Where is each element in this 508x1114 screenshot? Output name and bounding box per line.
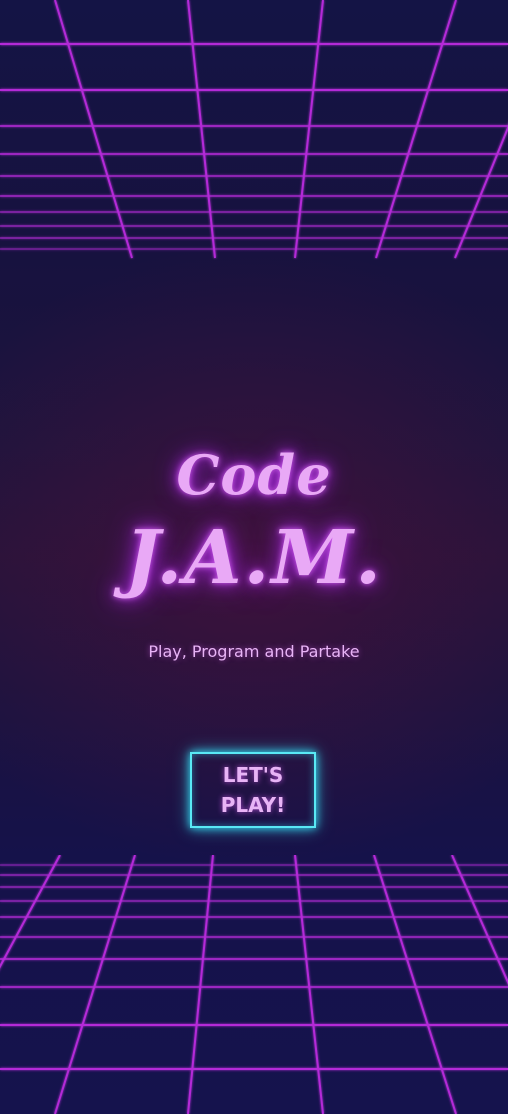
lets-play-label: LET'S PLAY! [220,763,286,817]
neon-grid-ceiling [0,0,508,259]
app-title: Code J.A.M. [0,440,508,606]
lets-play-button[interactable]: LET'S PLAY! [190,752,316,828]
title-jam: J.A.M. [125,515,383,601]
neon-grid-floor [0,855,508,1114]
splash-screen: Code J.A.M. Play, Program and Partake LE… [0,0,508,1114]
title-code: Code [176,443,332,507]
tagline: Play, Program and Partake [148,642,360,661]
